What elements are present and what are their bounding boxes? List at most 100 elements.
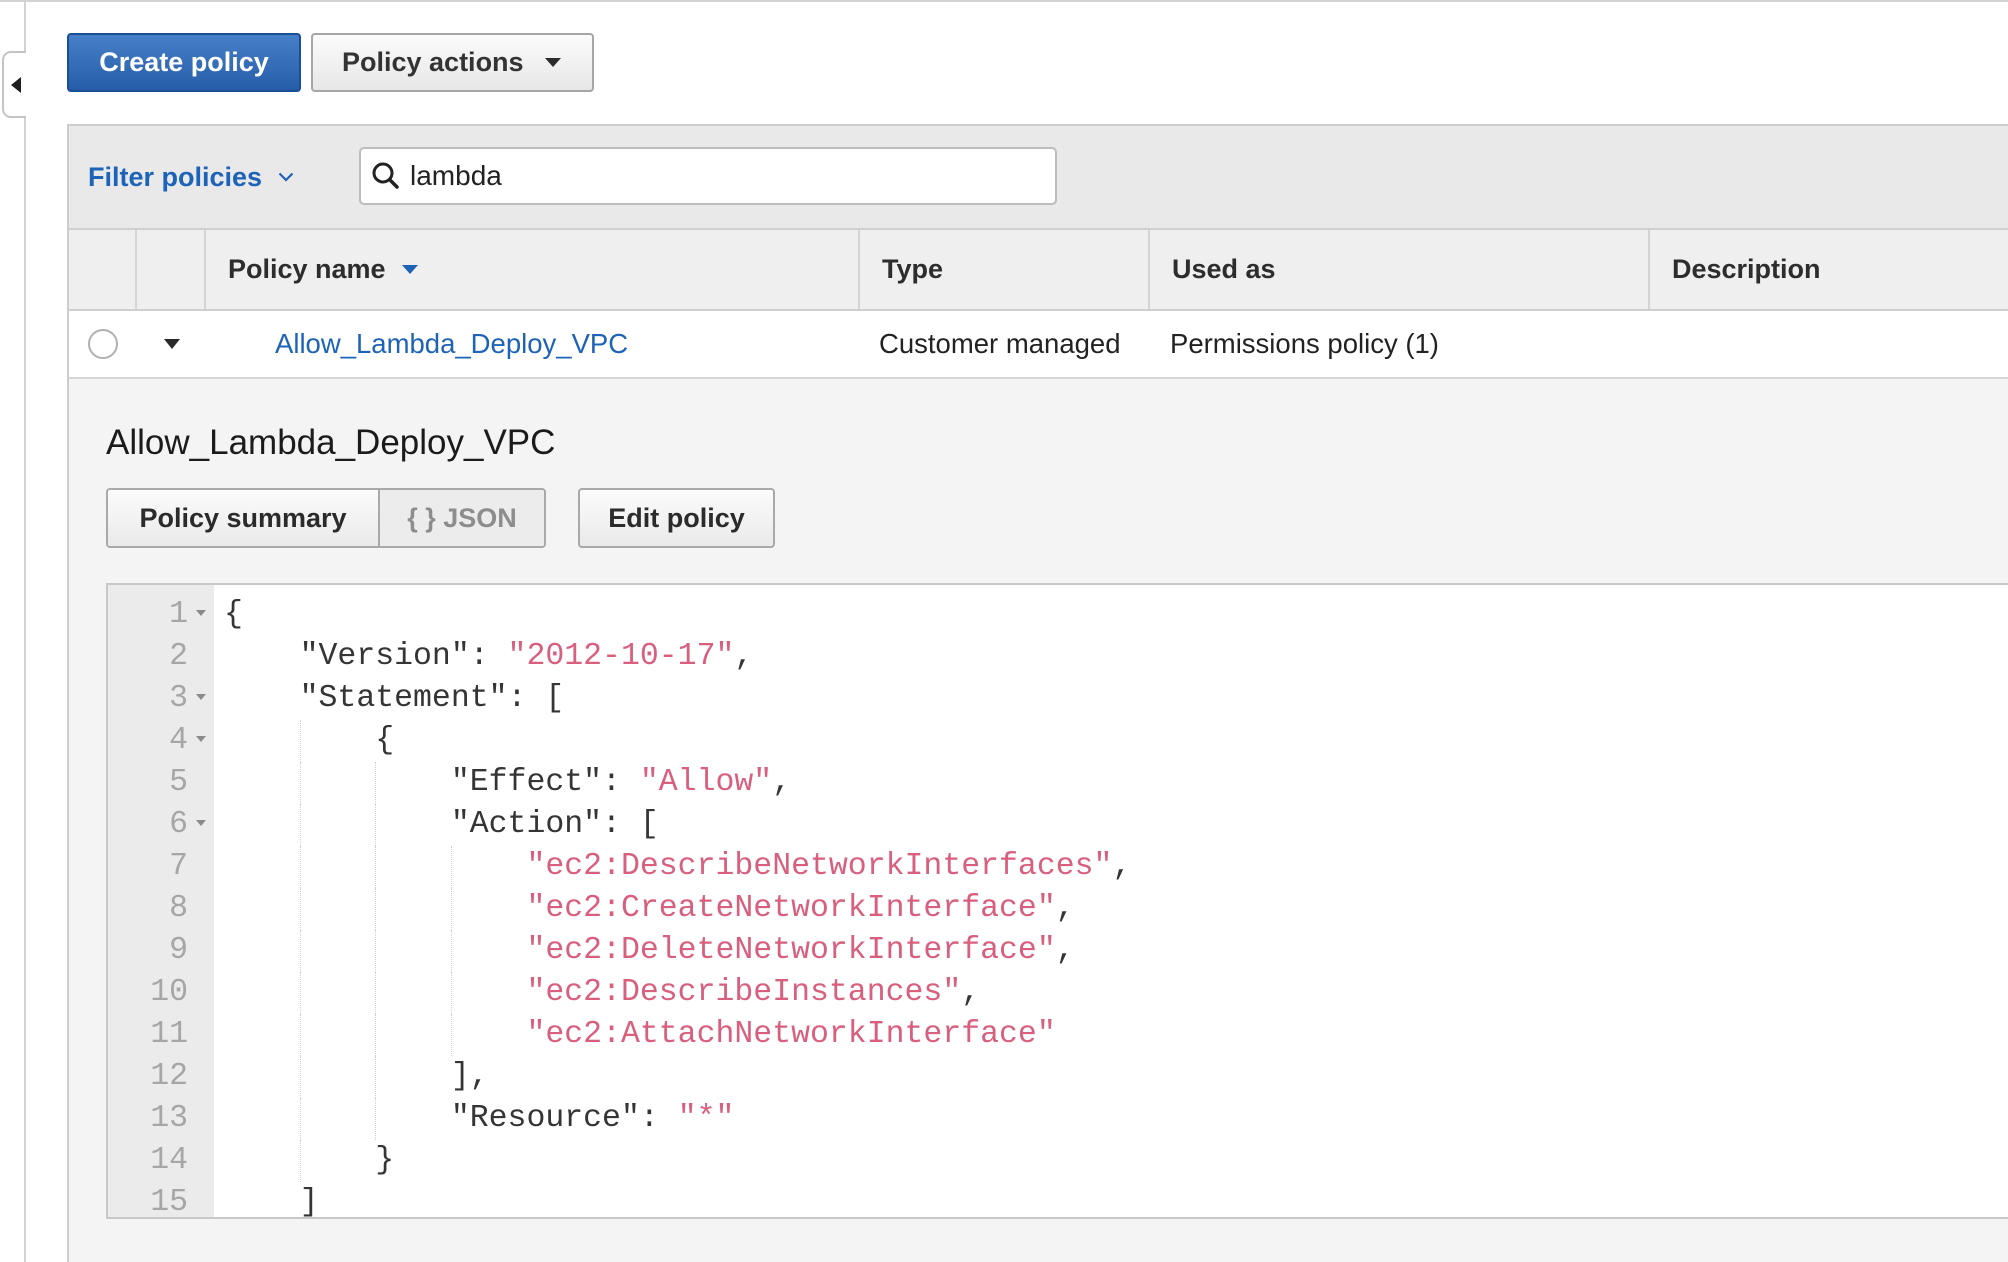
top-border [0,0,2008,2]
code-line[interactable]: 5 "Effect": "Allow", [108,762,2008,804]
fold-slot [188,720,214,762]
expand-column-header [137,230,206,309]
indent-guide [375,846,377,888]
indent-guide [299,846,301,888]
indent-guide [375,804,377,846]
indent-guide [299,804,301,846]
code-text[interactable]: "Statement": [ [214,678,2008,720]
fold-slot [188,1014,214,1056]
code-text[interactable]: "ec2:CreateNetworkInterface", [214,888,2008,930]
code-text[interactable]: "ec2:DeleteNetworkInterface", [214,930,2008,972]
code-line[interactable]: 14 } [108,1140,2008,1182]
json-token: , [1055,891,1075,926]
code-text[interactable]: ], [214,1056,2008,1098]
code-line[interactable]: 8 "ec2:CreateNetworkInterface", [108,888,2008,930]
fold-arrow-icon[interactable] [196,736,206,742]
column-header-label: Policy name [228,254,386,284]
code-text[interactable]: "ec2:DescribeNetworkInterfaces", [214,846,2008,888]
code-text[interactable]: ] [214,1182,2008,1217]
description-cell [1650,311,2008,377]
view-toggle-group: Policy summary { } JSON [106,488,546,548]
code-line[interactable]: 7 "ec2:DescribeNetworkInterfaces", [108,846,2008,888]
code-line[interactable]: 12 ], [108,1056,2008,1098]
line-number: 1 [169,597,188,632]
fold-slot [188,636,214,678]
policy-detail-panel: Allow_Lambda_Deploy_VPC Policy summary {… [69,379,2008,1262]
fold-slot [188,930,214,972]
fold-slot [188,762,214,804]
code-text[interactable]: { [214,720,2008,762]
edit-policy-button[interactable]: Edit policy [578,488,775,548]
code-line[interactable]: 2 "Version": "2012-10-17", [108,636,2008,678]
code-line[interactable]: 11 "ec2:AttachNetworkInterface" [108,1014,2008,1056]
json-string-token: "Allow" [639,765,773,800]
json-policy-editor[interactable]: 1{2 "Version": "2012-10-17", 3 "Statement… [106,583,2008,1219]
column-header-type[interactable]: Type [860,230,1150,309]
filter-policies-label: Filter policies [88,161,263,192]
json-token: ], [224,1059,489,1094]
code-text[interactable]: "ec2:DescribeInstances", [214,972,2008,1014]
indent-guide [299,1014,301,1056]
line-number: 10 [150,975,188,1010]
search-input[interactable] [410,149,1040,203]
fold-arrow-icon[interactable] [196,610,206,616]
fold-slot [188,846,214,888]
table-row[interactable]: Allow_Lambda_Deploy_VPC Customer managed… [69,311,2008,379]
indent-guide [375,1056,377,1098]
json-token: { [224,597,243,632]
code-text[interactable]: { [214,594,2008,636]
indent-guide [375,888,377,930]
search-field[interactable] [359,147,1057,205]
code-line[interactable]: 3 "Statement": [ [108,678,2008,720]
create-policy-button[interactable]: Create policy [67,33,301,92]
policy-name-link[interactable]: Allow_Lambda_Deploy_VPC [275,328,628,360]
indent-guide [299,1098,301,1140]
tab-json[interactable]: { } JSON [378,490,544,546]
policy-name-cell: Allow_Lambda_Deploy_VPC [206,311,860,377]
column-header-used-as[interactable]: Used as [1150,230,1650,309]
code-line[interactable]: 9 "ec2:DeleteNetworkInterface", [108,930,2008,972]
column-header-description[interactable]: Description [1650,230,2008,309]
code-line[interactable]: 13 "Resource": "*" [108,1098,2008,1140]
indent-guide [450,888,452,930]
code-text[interactable]: } [214,1140,2008,1182]
table-header-row: Policy name Type Used as Description [69,228,2008,311]
code-line[interactable]: 1{ [108,594,2008,636]
collapse-sidebar-toggle[interactable] [2,51,26,118]
code-text[interactable]: "Resource": "*" [214,1098,2008,1140]
line-number: 13 [150,1101,188,1136]
policy-actions-button[interactable]: Policy actions [311,33,594,92]
fold-slot [188,804,214,846]
line-gutter: 8 [108,888,214,930]
indent-guide [375,1014,377,1056]
column-header-label: Type [882,254,944,284]
code-line[interactable]: 10 "ec2:DescribeInstances", [108,972,2008,1014]
code-line[interactable]: 6 "Action": [ [108,804,2008,846]
expand-caret-icon[interactable] [163,339,180,349]
code-line[interactable]: 4 { [108,720,2008,762]
json-string-token: "ec2:DeleteNetworkInterface" [526,933,1056,968]
tab-policy-summary[interactable]: Policy summary [108,490,378,546]
code-text[interactable]: "Effect": "Allow", [214,762,2008,804]
line-gutter: 12 [108,1056,214,1098]
fold-arrow-icon[interactable] [196,820,206,826]
indent-guide [450,930,452,972]
code-line[interactable]: 15 ] [108,1182,2008,1217]
fold-slot [188,1056,214,1098]
line-gutter: 2 [108,636,214,678]
line-gutter: 10 [108,972,214,1014]
indent-guide [299,1056,301,1098]
code-text[interactable]: "Version": "2012-10-17", [214,636,2008,678]
filter-policies-dropdown[interactable]: Filter policies [88,126,294,228]
json-string-token: "*" [677,1101,735,1136]
fold-slot [188,678,214,720]
json-token: } [224,1143,395,1178]
row-select-radio[interactable] [88,329,118,359]
column-header-policy-name[interactable]: Policy name [206,230,860,309]
sort-down-icon [401,265,418,274]
code-text[interactable]: "ec2:AttachNetworkInterface" [214,1014,2008,1056]
indent-guide [299,972,301,1014]
fold-arrow-icon[interactable] [196,694,206,700]
json-editor-lines: 1{2 "Version": "2012-10-17", 3 "Statement… [108,585,2008,1217]
code-text[interactable]: "Action": [ [214,804,2008,846]
